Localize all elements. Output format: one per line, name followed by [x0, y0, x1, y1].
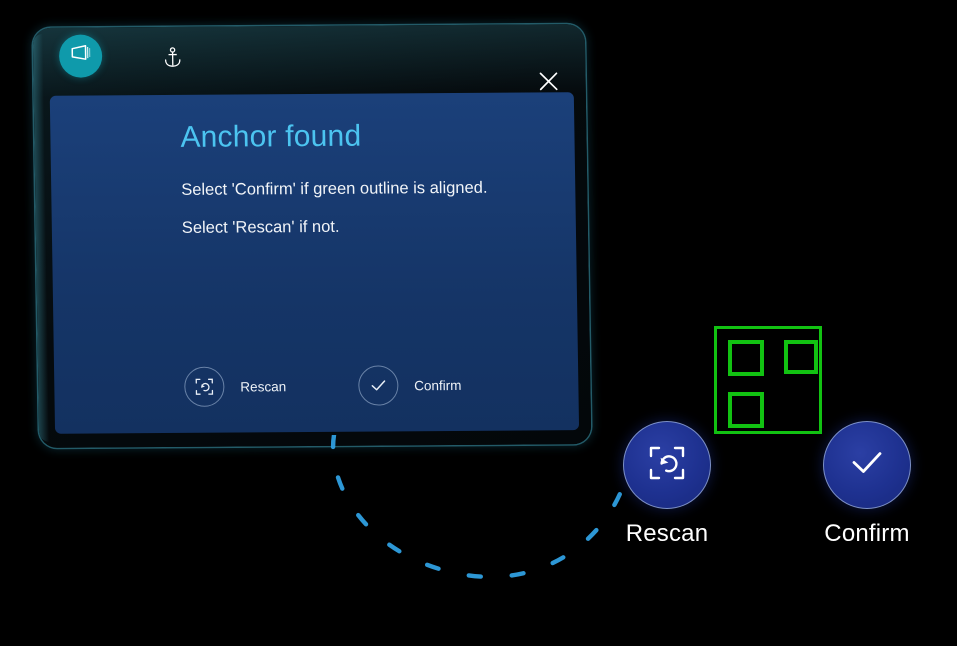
dialog-confirm-button[interactable]: Confirm: [357, 365, 462, 406]
anchor-button[interactable]: [157, 45, 187, 75]
rescan-button[interactable]: [623, 421, 711, 509]
green-anchor-outline: [714, 326, 822, 434]
dialog-body-line-1: Select 'Confirm' if green outline is ali…: [181, 178, 488, 199]
rescan-icon: [647, 443, 687, 488]
dialog-title: Anchor found: [180, 119, 362, 154]
check-icon: [357, 365, 399, 406]
mixed-reality-scene: Anchor found Select 'Confirm' if green o…: [0, 0, 957, 646]
rescan-button-group[interactable]: Rescan: [623, 421, 711, 548]
dialog-body-line-2: Select 'Rescan' if not.: [181, 217, 340, 237]
rescan-button-label: Rescan: [625, 520, 709, 547]
confirm-button[interactable]: [823, 421, 911, 509]
window-frame-left-edge: [32, 33, 50, 442]
hologram-window: Anchor found Select 'Confirm' if green o…: [32, 24, 592, 448]
confirm-button-group[interactable]: Confirm: [823, 421, 911, 548]
dialog-rescan-button[interactable]: Rescan: [184, 366, 286, 407]
rescan-icon: [184, 366, 225, 407]
dialog-rescan-label: Rescan: [240, 378, 287, 394]
app-badge[interactable]: [58, 34, 103, 78]
anchor-icon: [163, 47, 182, 73]
check-icon: [845, 441, 889, 490]
window-frame-sheen: [32, 24, 586, 98]
confirm-button-label: Confirm: [824, 520, 910, 547]
dialog-actions: Rescan Confirm: [184, 365, 462, 407]
dialog-panel: Anchor found Select 'Confirm' if green o…: [49, 92, 580, 434]
dialog-confirm-label: Confirm: [414, 377, 462, 393]
mixed-reality-app-icon: [68, 44, 92, 69]
